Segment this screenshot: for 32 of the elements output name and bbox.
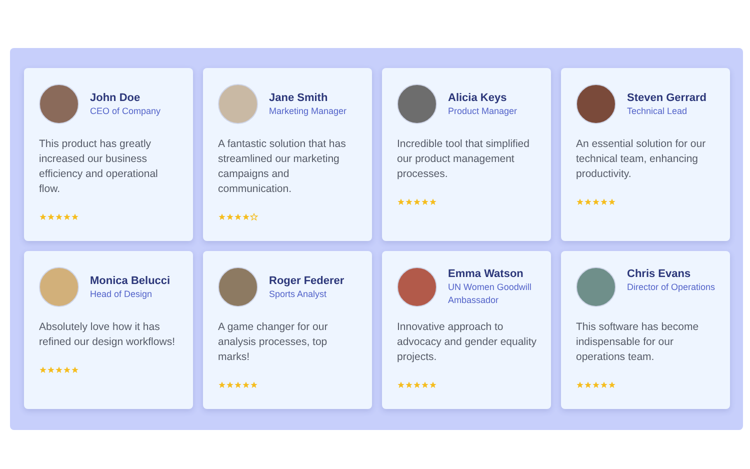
avatar (576, 84, 616, 124)
person-name: Steven Gerrard (627, 91, 706, 105)
testimonial-text: A game changer for our analysis processes, top marks! (218, 320, 329, 365)
testimonial-text: An essential solution for our technical team, enhancing productivity. (576, 137, 707, 182)
testimonial-text: This product has greatly increased our business efficiency and operational flow. (39, 137, 159, 197)
person-name: Roger Federer (269, 274, 344, 288)
person-role: Product Manager (448, 105, 518, 118)
person-role: Marketing Manager (269, 105, 347, 118)
testimonial-text: Incredible tool that simplified our product management processes. (397, 137, 530, 182)
person-name: Alicia Keys (448, 91, 508, 105)
person-name: Monica Belucci (90, 274, 170, 288)
testimonial-text: A fantastic solution that has streamlined our marketing campaigns and communication. (218, 137, 347, 197)
testimonial-text: This software has become indispensable for our operations team. (576, 320, 700, 365)
avatar (39, 84, 79, 124)
person-role: Sports Analyst (269, 288, 328, 301)
person-role: Director of Operations (627, 281, 716, 294)
avatar (576, 267, 616, 307)
person-name: Emma Watson (448, 267, 524, 281)
testimonial-text: Innovative approach to advocacy and gender equality projects. (397, 320, 538, 365)
avatar (397, 267, 437, 307)
person-role: Head of Design (90, 288, 154, 301)
avatar (218, 84, 258, 124)
avatar (397, 84, 437, 124)
person-role: CEO of Company (90, 105, 161, 118)
person-name: Chris Evans (627, 267, 692, 281)
person-role: Technical Lead (627, 105, 688, 118)
testimonial-text: Absolutely love how it has refined our design workflows! (39, 320, 176, 350)
avatar (39, 267, 79, 307)
avatar (218, 267, 258, 307)
person-name: Jane Smith (269, 91, 329, 105)
person-name: John Doe (90, 91, 142, 105)
person-role: UN Women Goodwill Ambassador (448, 281, 532, 307)
